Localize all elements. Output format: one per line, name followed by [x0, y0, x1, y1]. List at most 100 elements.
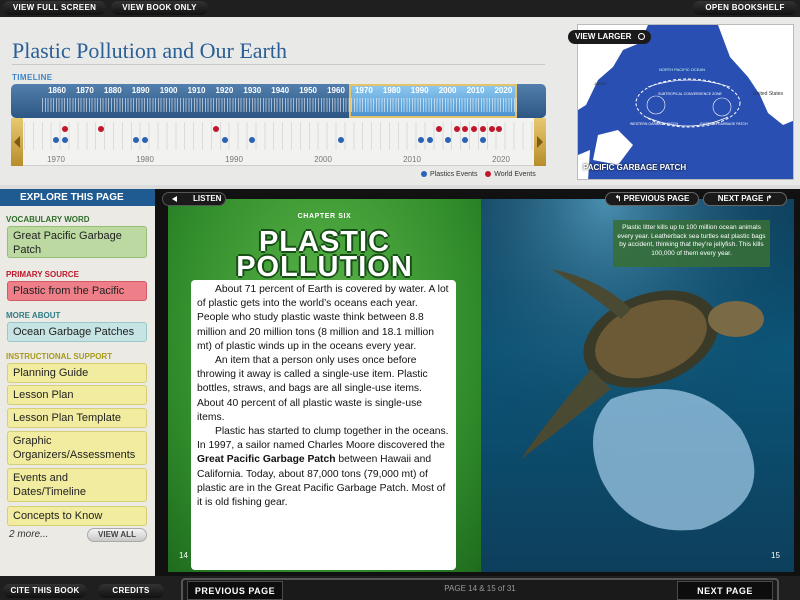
listen-button[interactable]: LISTEN [162, 192, 226, 206]
timeline-label: TIMELINE [12, 73, 53, 82]
instructional-support-item[interactable]: Lesson Plan Template [7, 408, 147, 428]
back-arrow-icon: ↰ [614, 194, 622, 203]
timeline-year-label: 1890 [131, 86, 150, 95]
plastics-event-marker[interactable] [248, 137, 255, 143]
more-about-item[interactable]: Ocean Garbage Patches [7, 322, 147, 342]
map-label-west: WESTERN GARBAGE PATCH [630, 122, 679, 126]
listen-label: LISTEN [193, 194, 222, 203]
timeline-year-label: 1860 [48, 86, 66, 95]
chapter-label: CHAPTER SIX [297, 213, 352, 220]
timeline-year-label: 2020 [494, 86, 513, 95]
primary-source-item[interactable]: Plastic from the Pacific [7, 281, 147, 301]
legend-plastics-label: Plastics Events [430, 171, 478, 178]
timeline-ticks [42, 98, 517, 112]
timeline-scroll-right-button[interactable] [534, 118, 546, 166]
next-page-button[interactable]: NEXT PAGE [677, 581, 773, 600]
plastics-event-marker[interactable] [142, 137, 148, 143]
timeline-detail-year-label: 2020 [492, 155, 510, 164]
page-indicator: PAGE 14 & 15 of 31 [444, 584, 516, 593]
instructional-support-item[interactable]: Lesson Plan [7, 385, 147, 405]
timeline-year-label: 1930 [243, 86, 262, 95]
instructional-support-item[interactable]: Planning Guide [7, 363, 147, 383]
view-larger-label: VIEW LARGER [575, 32, 632, 41]
more-items-link[interactable]: 2 more... [9, 529, 48, 540]
timeline-detail-year-label: 1970 [47, 155, 65, 164]
instructional-support-item[interactable]: Events and Dates/Timeline [7, 468, 147, 502]
previous-page-label-top: PREVIOUS PAGE [623, 194, 690, 203]
instructional-support-item[interactable]: Concepts to Know [7, 506, 147, 526]
page-title: Plastic Pollution and Our Earth [12, 38, 287, 63]
more-about-label: MORE ABOUT [6, 311, 61, 320]
paragraph-2: An item that a person only uses once bef… [197, 355, 428, 423]
world-event-marker[interactable] [61, 126, 68, 132]
timeline-year-label: 1950 [299, 86, 317, 95]
map-label-japan: JAPAN [594, 81, 607, 86]
timeline-year-label: 1880 [103, 86, 122, 95]
timeline-year-label: 2010 [466, 86, 485, 95]
vocab-section-label: VOCABULARY WORD [6, 215, 90, 224]
timeline-year-label: 1990 [410, 86, 429, 95]
timeline-scroll-left-button[interactable] [11, 118, 23, 166]
timeline-year-label: 1970 [354, 86, 373, 95]
speaker-icon [172, 196, 177, 202]
explore-header: EXPLORE THIS PAGE [0, 189, 155, 206]
map-label-zone: SUBTROPICAL CONVERGENCE ZONE [658, 92, 722, 96]
world-events-legend-icon [485, 171, 492, 178]
timeline-detail-year-label: 2000 [314, 155, 332, 164]
page-number-right: 15 [771, 551, 780, 560]
vocab-item[interactable]: Great Pacific Garbage Patch [7, 226, 147, 258]
previous-page-button[interactable]: PREVIOUS PAGE [187, 581, 283, 600]
plastics-event-marker[interactable] [417, 137, 424, 143]
timeline-year-label: 1960 [327, 86, 345, 95]
timeline-year-label: 1920 [215, 86, 234, 95]
timeline-year-label: 2000 [438, 86, 457, 95]
photo-caption: Plastic litter kills up to 100 million o… [613, 220, 770, 267]
plastics-event-marker[interactable] [53, 137, 59, 143]
page-text: About 71 percent of Earth is covered by … [191, 280, 456, 570]
primary-source-label: PRIMARY SOURCE [6, 270, 79, 279]
plastics-event-marker[interactable] [444, 137, 451, 143]
timeline-legend: Plastics Events World Events [421, 171, 536, 178]
map-label-us: United States [753, 91, 784, 97]
plastics-events-legend-icon [421, 171, 427, 178]
timeline-year-label: 1980 [382, 86, 401, 95]
timeline-detail-year-label: 1980 [136, 155, 154, 164]
timeline-year-label: 1910 [187, 86, 206, 95]
view-larger-button[interactable]: VIEW LARGER [568, 30, 651, 44]
forward-arrow-icon: ↱ [765, 194, 773, 203]
pacific-garbage-patch-map[interactable]: NORTH PACIFIC OCEAN SUBTROPICAL CONVERGE… [577, 24, 794, 180]
timeline-year-label: 1940 [271, 86, 290, 95]
title-divider [12, 64, 545, 65]
world-event-marker[interactable] [435, 126, 442, 132]
next-page-button-top[interactable]: NEXT PAGE ↱ [703, 192, 787, 206]
page-number-left: 14 [179, 551, 188, 560]
credits-button[interactable]: CREDITS [98, 584, 164, 598]
paragraph-3-start: Plastic has started to clump together in… [197, 426, 449, 452]
timeline-detail-year-label: 2010 [403, 155, 421, 164]
magnifier-icon [638, 33, 645, 40]
world-event-marker[interactable] [453, 126, 460, 132]
plastics-event-marker[interactable] [426, 137, 433, 143]
timeline-year-label: 1870 [75, 86, 94, 95]
timeline-detail-year-label: 1990 [225, 155, 243, 164]
cite-this-book-button[interactable]: CITE THIS BOOK [3, 584, 87, 598]
map-caption: PACIFIC GARBAGE PATCH [583, 163, 687, 172]
view-full-screen-button[interactable]: VIEW FULL SCREEN [3, 1, 106, 15]
timeline-year-label: 1900 [159, 86, 178, 95]
map-label-east: EASTERN GARBAGE PATCH [700, 122, 748, 126]
paragraph-1: About 71 percent of Earth is covered by … [197, 284, 449, 352]
plastics-event-marker[interactable] [61, 137, 68, 143]
instructional-support-label: INSTRUCTIONAL SUPPORT [6, 352, 113, 361]
open-bookshelf-button[interactable]: OPEN BOOKSHELF [693, 1, 797, 15]
glossary-term[interactable]: Great Pacific Garbage Patch [197, 454, 336, 465]
plastics-event-marker[interactable] [337, 137, 344, 143]
view-all-button[interactable]: VIEW ALL [87, 528, 147, 542]
map-label-ocean: NORTH PACIFIC OCEAN [659, 67, 705, 72]
map-graphic: NORTH PACIFIC OCEAN SUBTROPICAL CONVERGE… [578, 25, 793, 179]
legend-world-label: World Events [494, 171, 536, 178]
view-book-only-button[interactable]: VIEW BOOK ONLY [111, 1, 208, 15]
paragraph-3: Plastic has started to clump together in… [197, 425, 450, 510]
previous-page-button-top[interactable]: ↰ PREVIOUS PAGE [605, 192, 699, 206]
world-event-marker[interactable] [97, 126, 104, 132]
instructional-support-item[interactable]: Graphic Organizers/Assessments [7, 431, 147, 465]
